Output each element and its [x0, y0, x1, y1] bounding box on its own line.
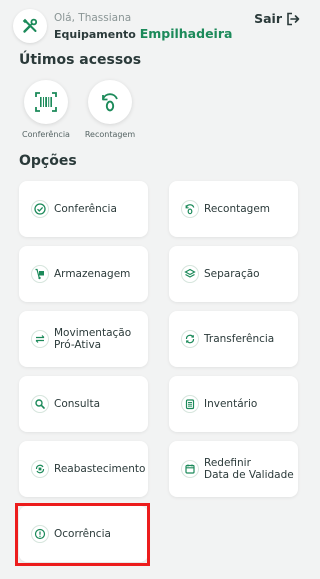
option-armazenagem[interactable]: Armazenagem [19, 246, 148, 302]
recent-section-title: Útimos acessos [19, 52, 142, 68]
option-label: Reabastecimento [54, 463, 146, 475]
option-separacao[interactable]: Separação [169, 246, 298, 302]
logout-label: Sair [254, 11, 282, 26]
hand-truck-icon [31, 265, 49, 283]
sync-icon [181, 330, 199, 348]
equipment-name: Empilhadeira [139, 26, 233, 41]
recent-item-label: Recontagem [84, 130, 136, 139]
search-icon [31, 395, 49, 413]
option-label: Recontagem [204, 203, 271, 215]
option-label: Conferência [54, 203, 117, 215]
option-conferencia[interactable]: Conferência [19, 181, 148, 237]
option-label: Consulta [54, 398, 101, 410]
option-transferencia[interactable]: Transferência [169, 311, 298, 367]
greeting-text: Olá, Thassiana [54, 12, 132, 24]
refill-icon [31, 460, 49, 478]
option-label: Separação [204, 268, 260, 280]
option-label: Redefinir Data de Validade [204, 457, 294, 481]
option-label: Transferência [204, 333, 275, 345]
recent-icon-circle [24, 80, 68, 124]
logout-button[interactable]: Sair [254, 11, 300, 26]
app-header: Olá, Thassiana Equipamento Empilhadeira … [12, 8, 308, 43]
recount-icon [102, 93, 118, 112]
option-consulta[interactable]: Consulta [19, 376, 148, 432]
swap-arrows-icon [31, 330, 49, 348]
option-inventario[interactable]: Inventário [169, 376, 298, 432]
options-section-title: Opções [19, 153, 77, 169]
option-reabastecimento[interactable]: Reabastecimento [19, 441, 148, 497]
tools-icon [22, 18, 38, 33]
tools-badge [13, 9, 47, 43]
option-recontagem[interactable]: Recontagem [169, 181, 298, 237]
recount-icon [181, 200, 199, 218]
option-label: Movimentação Pró-Ativa [54, 327, 132, 351]
option-redefinir-data-validade[interactable]: Redefinir Data de Validade [169, 441, 298, 497]
equipment-line: Equipamento Empilhadeira [54, 26, 232, 41]
highlight-frame [15, 503, 150, 566]
recent-icon-circle [88, 80, 132, 124]
option-movimentacao-pro-ativa[interactable]: Movimentação Pró-Ativa [19, 311, 148, 367]
layers-icon [181, 265, 199, 283]
equipment-prefix: Equipamento [54, 28, 136, 41]
option-label: Inventário [204, 398, 258, 410]
clipboard-list-icon [181, 395, 199, 413]
recent-item-conferencia[interactable]: Conferência [14, 80, 78, 139]
logout-icon [287, 12, 300, 25]
option-label: Armazenagem [54, 268, 131, 280]
calendar-icon [181, 460, 199, 478]
recent-item-label: Conferência [22, 130, 70, 139]
barcode-scan-icon [35, 92, 57, 112]
check-circle-icon [31, 200, 49, 218]
recent-item-recontagem[interactable]: Recontagem [78, 80, 142, 139]
